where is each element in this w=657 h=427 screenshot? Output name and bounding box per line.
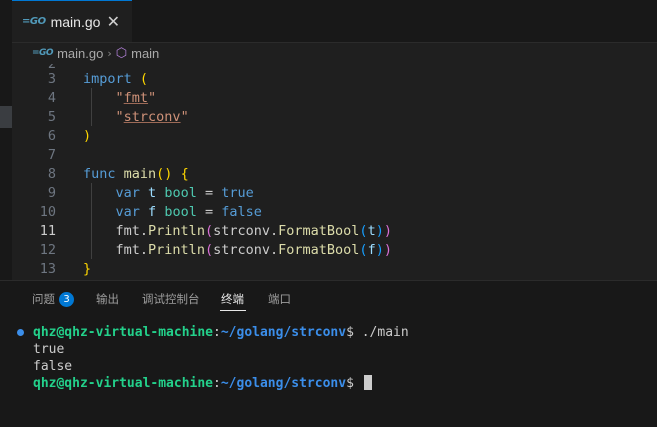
terminal-output-line: false xyxy=(33,359,73,374)
command-decoration-icon xyxy=(17,329,24,336)
breadcrumb: =GO main.go › ⬡ main xyxy=(12,42,657,64)
problems-count-badge: 3 xyxy=(59,292,74,307)
terminal-cursor xyxy=(363,375,372,390)
code-text: ) xyxy=(83,128,92,144)
code-line: 4 "fmt" xyxy=(12,89,657,108)
code-line: 13 } xyxy=(12,260,657,279)
scroll-marker xyxy=(0,106,12,128)
line-number: 5 xyxy=(47,109,56,125)
code-text: "strconv" xyxy=(115,109,189,125)
tab-problems[interactable]: 问题 3 xyxy=(32,291,74,307)
code-line-active: 11 fmt.Println(strconv.FormatBool(t)) xyxy=(12,222,657,241)
breadcrumb-file[interactable]: main.go xyxy=(57,46,103,61)
terminal-prompt: $ xyxy=(346,325,362,340)
code-line: 3 import ( xyxy=(12,70,657,89)
code-text: import ( xyxy=(83,71,149,87)
line-number: 4 xyxy=(47,90,56,106)
line-number: 7 xyxy=(47,147,56,163)
code-text: "fmt" xyxy=(115,90,157,106)
line-number: 13 xyxy=(39,261,56,277)
code-line: 8 func main() { xyxy=(12,165,657,184)
code-line: 9 var t bool = true xyxy=(12,184,657,203)
code-editor[interactable]: 2 3 import ( 4 "fmt" 5 "strconv" 6 ) 7 8… xyxy=(12,64,657,280)
terminal-user-host: qhz@qhz-virtual-machine xyxy=(33,325,214,340)
terminal-line: qhz@qhz-virtual-machine:~/golang/strconv… xyxy=(33,375,372,392)
tab-problems-label: 问题 xyxy=(32,292,55,306)
tab-bar: =GO main.go ✕ xyxy=(12,0,657,43)
code-text: var f bool = false xyxy=(115,204,262,220)
tab-terminal[interactable]: 终端 xyxy=(221,291,244,307)
line-number: 3 xyxy=(47,71,56,87)
terminal-output-line: true xyxy=(33,342,65,357)
terminal-prompt: $ xyxy=(346,376,362,391)
terminal-path: ~/golang/strconv xyxy=(220,376,347,391)
chevron-right-icon: › xyxy=(107,46,112,60)
line-number: 11 xyxy=(39,223,56,239)
terminal-command: ./main xyxy=(361,325,409,340)
tab-ports[interactable]: 端口 xyxy=(268,291,291,307)
code-line: 12 fmt.Println(strconv.FormatBool(f)) xyxy=(12,241,657,260)
terminal-colon: : xyxy=(213,376,221,391)
line-number: 6 xyxy=(47,128,56,144)
terminal-colon: : xyxy=(213,325,221,340)
line-number: 9 xyxy=(47,185,56,201)
close-icon[interactable]: ✕ xyxy=(107,12,120,31)
code-text: var t bool = true xyxy=(115,185,254,201)
terminal-line: qhz@qhz-virtual-machine:~/golang/strconv… xyxy=(33,324,409,341)
active-tab-underline xyxy=(220,310,246,311)
code-line: 5 "strconv" xyxy=(12,108,657,127)
code-text: fmt.Println(strconv.FormatBool(t)) xyxy=(115,223,392,239)
tab-debug-console[interactable]: 调试控制台 xyxy=(142,291,200,307)
line-number: 10 xyxy=(39,204,56,220)
tab-label: main.go xyxy=(50,13,101,30)
tab-main-go[interactable]: =GO main.go ✕ xyxy=(12,0,132,42)
code-line: 10 var f bool = false xyxy=(12,203,657,222)
terminal-path: ~/golang/strconv xyxy=(220,325,347,340)
terminal-user-host: qhz@qhz-virtual-machine xyxy=(33,376,214,391)
code-line: 6 ) xyxy=(12,127,657,146)
code-text: func main() { xyxy=(83,166,189,182)
tab-output[interactable]: 输出 xyxy=(96,291,119,307)
line-number: 8 xyxy=(47,166,56,182)
line-number: 12 xyxy=(39,242,56,258)
code-line: 7 xyxy=(12,146,657,165)
breadcrumb-symbol[interactable]: main xyxy=(131,46,159,61)
go-file-icon: =GO xyxy=(22,16,46,27)
bottom-panel: 问题 3 输出 调试控制台 终端 端口 qhz@qhz-virtual-machi… xyxy=(0,280,657,427)
symbol-method-icon: ⬡ xyxy=(115,45,128,61)
go-file-icon: =GO xyxy=(32,48,54,58)
code-text: fmt.Println(strconv.FormatBool(f)) xyxy=(115,242,392,258)
code-text: } xyxy=(83,261,92,277)
